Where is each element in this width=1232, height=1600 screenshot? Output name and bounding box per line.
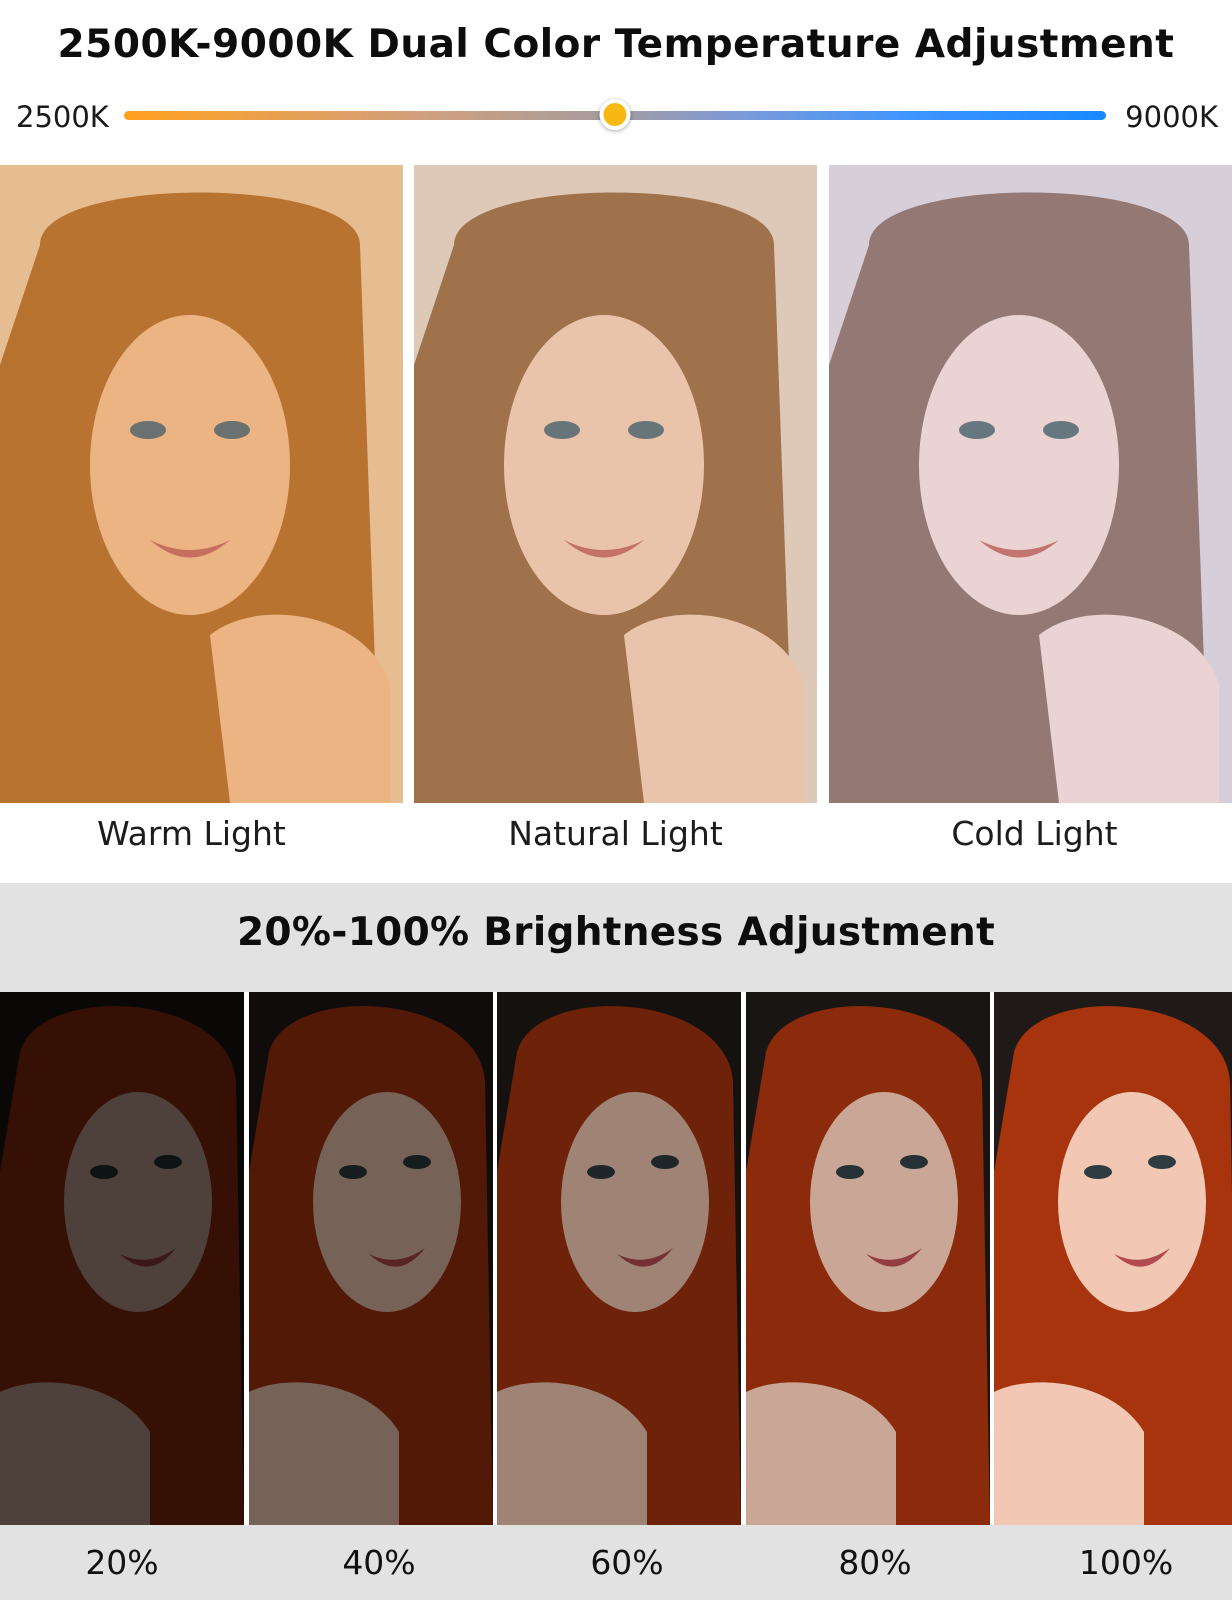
color-temperature-title: 2500K-9000K Dual Color Temperature Adjus… [57, 22, 1175, 67]
slider-min-label: 2500K [16, 100, 109, 134]
brightness-label-100: 100% [1078, 1543, 1174, 1582]
cold-light-label: Cold Light [951, 814, 1118, 853]
natural-light-photo [414, 165, 817, 803]
brightness-photo-20 [0, 992, 244, 1525]
color-temperature-slider[interactable]: 2500K 9000K [0, 96, 1232, 140]
slider-thumb[interactable] [599, 99, 631, 130]
natural-light-label: Natural Light [508, 814, 723, 853]
brightness-photo-100 [994, 992, 1232, 1525]
brightness-label-80: 80% [838, 1543, 912, 1582]
slider-max-label: 9000K [1125, 100, 1218, 134]
brightness-photo-40 [249, 992, 493, 1525]
brightness-photo-strip [0, 992, 1232, 1525]
warm-light-label: Warm Light [97, 814, 286, 853]
brightness-title: 20%-100% Brightness Adjustment [236, 910, 996, 955]
brightness-label-40: 40% [342, 1543, 416, 1582]
brightness-photo-60 [497, 992, 741, 1525]
brightness-label-band: 20% 40% 60% 80% 100% [0, 1525, 1232, 1600]
brightness-photo-80 [746, 992, 990, 1525]
cold-light-photo [829, 165, 1232, 803]
brightness-label-60: 60% [590, 1543, 664, 1582]
brightness-label-20: 20% [85, 1543, 159, 1582]
warm-light-photo [0, 165, 403, 803]
